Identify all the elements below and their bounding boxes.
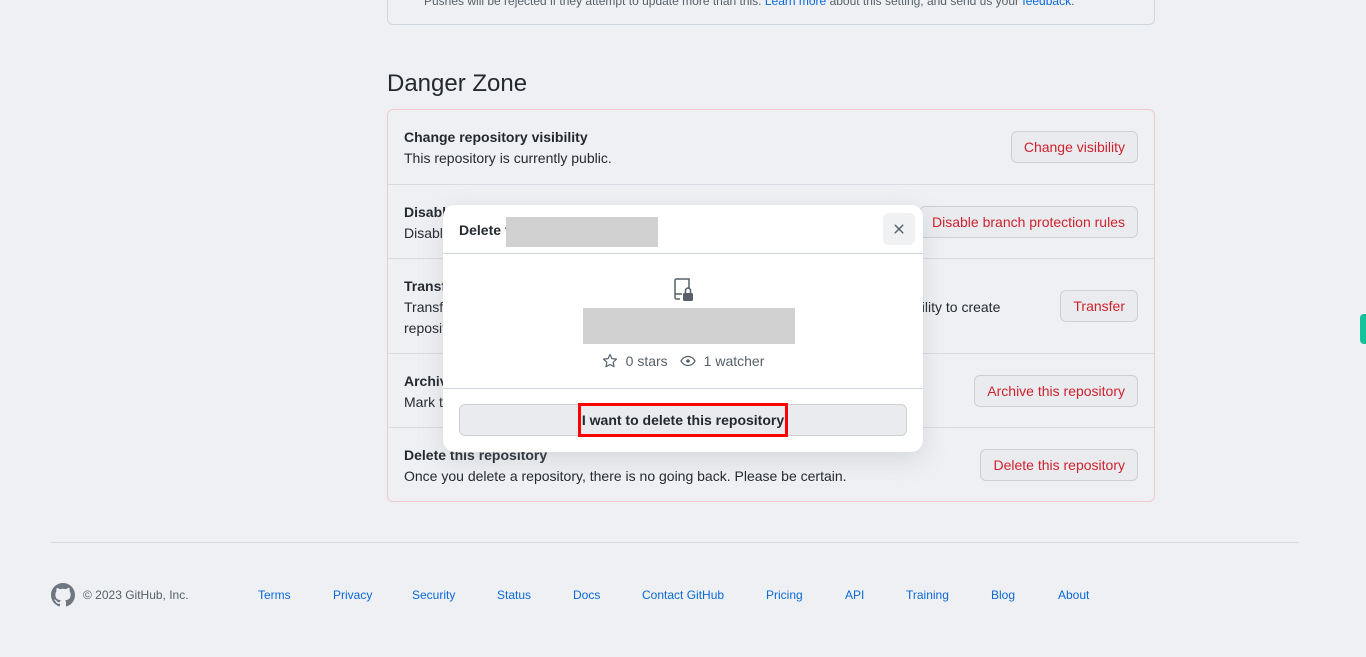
row-description: This repository is currently public. bbox=[404, 150, 612, 166]
eye-icon bbox=[679, 355, 696, 367]
footer-link-blog[interactable]: Blog bbox=[991, 588, 1015, 602]
copyright: © 2023 GitHub, Inc. bbox=[83, 588, 189, 602]
stars-stat: 0 stars bbox=[602, 353, 668, 369]
footer-link-pricing[interactable]: Pricing bbox=[766, 588, 803, 602]
github-logo-icon[interactable] bbox=[51, 583, 75, 607]
delete-repository-dialog: Delete t 0 stars 1 watcher I want to del… bbox=[443, 205, 923, 452]
disable-branch-protection-button[interactable]: Disable branch protection rules bbox=[919, 206, 1138, 238]
close-icon bbox=[894, 224, 904, 234]
danger-row-visibility: Change repository visibility This reposi… bbox=[388, 110, 1154, 184]
site-footer: © 2023 GitHub, Inc. Terms Privacy Securi… bbox=[51, 583, 1299, 607]
footer-link-privacy[interactable]: Privacy bbox=[333, 588, 372, 602]
dialog-title: Delete t bbox=[459, 222, 510, 238]
dialog-footer: I want to delete this repository bbox=[443, 388, 923, 452]
feedback-link[interactable]: feedback bbox=[1022, 0, 1071, 8]
push-limit-note: Pushes will be rejected if they attempt … bbox=[424, 0, 1074, 8]
footer-link-api[interactable]: API bbox=[845, 588, 864, 602]
footer-link-security[interactable]: Security bbox=[412, 588, 455, 602]
repo-stats: 0 stars 1 watcher bbox=[443, 353, 923, 369]
danger-zone-title: Danger Zone bbox=[387, 70, 528, 97]
delete-repository-button[interactable]: Delete this repository bbox=[980, 449, 1138, 481]
footer-link-terms[interactable]: Terms bbox=[258, 588, 291, 602]
dialog-header: Delete t bbox=[443, 205, 923, 254]
footer-link-contact[interactable]: Contact GitHub bbox=[642, 588, 724, 602]
star-icon bbox=[602, 353, 617, 368]
side-feedback-tab[interactable] bbox=[1360, 314, 1366, 344]
footer-link-about[interactable]: About bbox=[1058, 588, 1089, 602]
redacted-repo-full-name bbox=[583, 308, 795, 344]
repo-locked-icon bbox=[674, 278, 693, 301]
footer-link-docs[interactable]: Docs bbox=[573, 588, 600, 602]
row-description: Once you delete a repository, there is n… bbox=[404, 468, 847, 484]
redacted-repo-name bbox=[506, 217, 658, 247]
change-visibility-button[interactable]: Change visibility bbox=[1010, 131, 1138, 163]
footer-divider bbox=[51, 542, 1299, 543]
close-dialog-button[interactable] bbox=[883, 213, 915, 245]
row-title: Change repository visibility bbox=[404, 129, 588, 145]
footer-link-status[interactable]: Status bbox=[497, 588, 531, 602]
transfer-button[interactable]: Transfer bbox=[1060, 290, 1138, 322]
learn-more-link[interactable]: Learn more bbox=[765, 0, 826, 8]
max-push-size-section: Pushes will be rejected if they attempt … bbox=[387, 0, 1155, 25]
archive-repository-button[interactable]: Archive this repository bbox=[974, 375, 1138, 407]
confirm-delete-intent-button[interactable]: I want to delete this repository bbox=[459, 404, 907, 436]
footer-link-training[interactable]: Training bbox=[906, 588, 949, 602]
watchers-stat: 1 watcher bbox=[679, 353, 764, 369]
